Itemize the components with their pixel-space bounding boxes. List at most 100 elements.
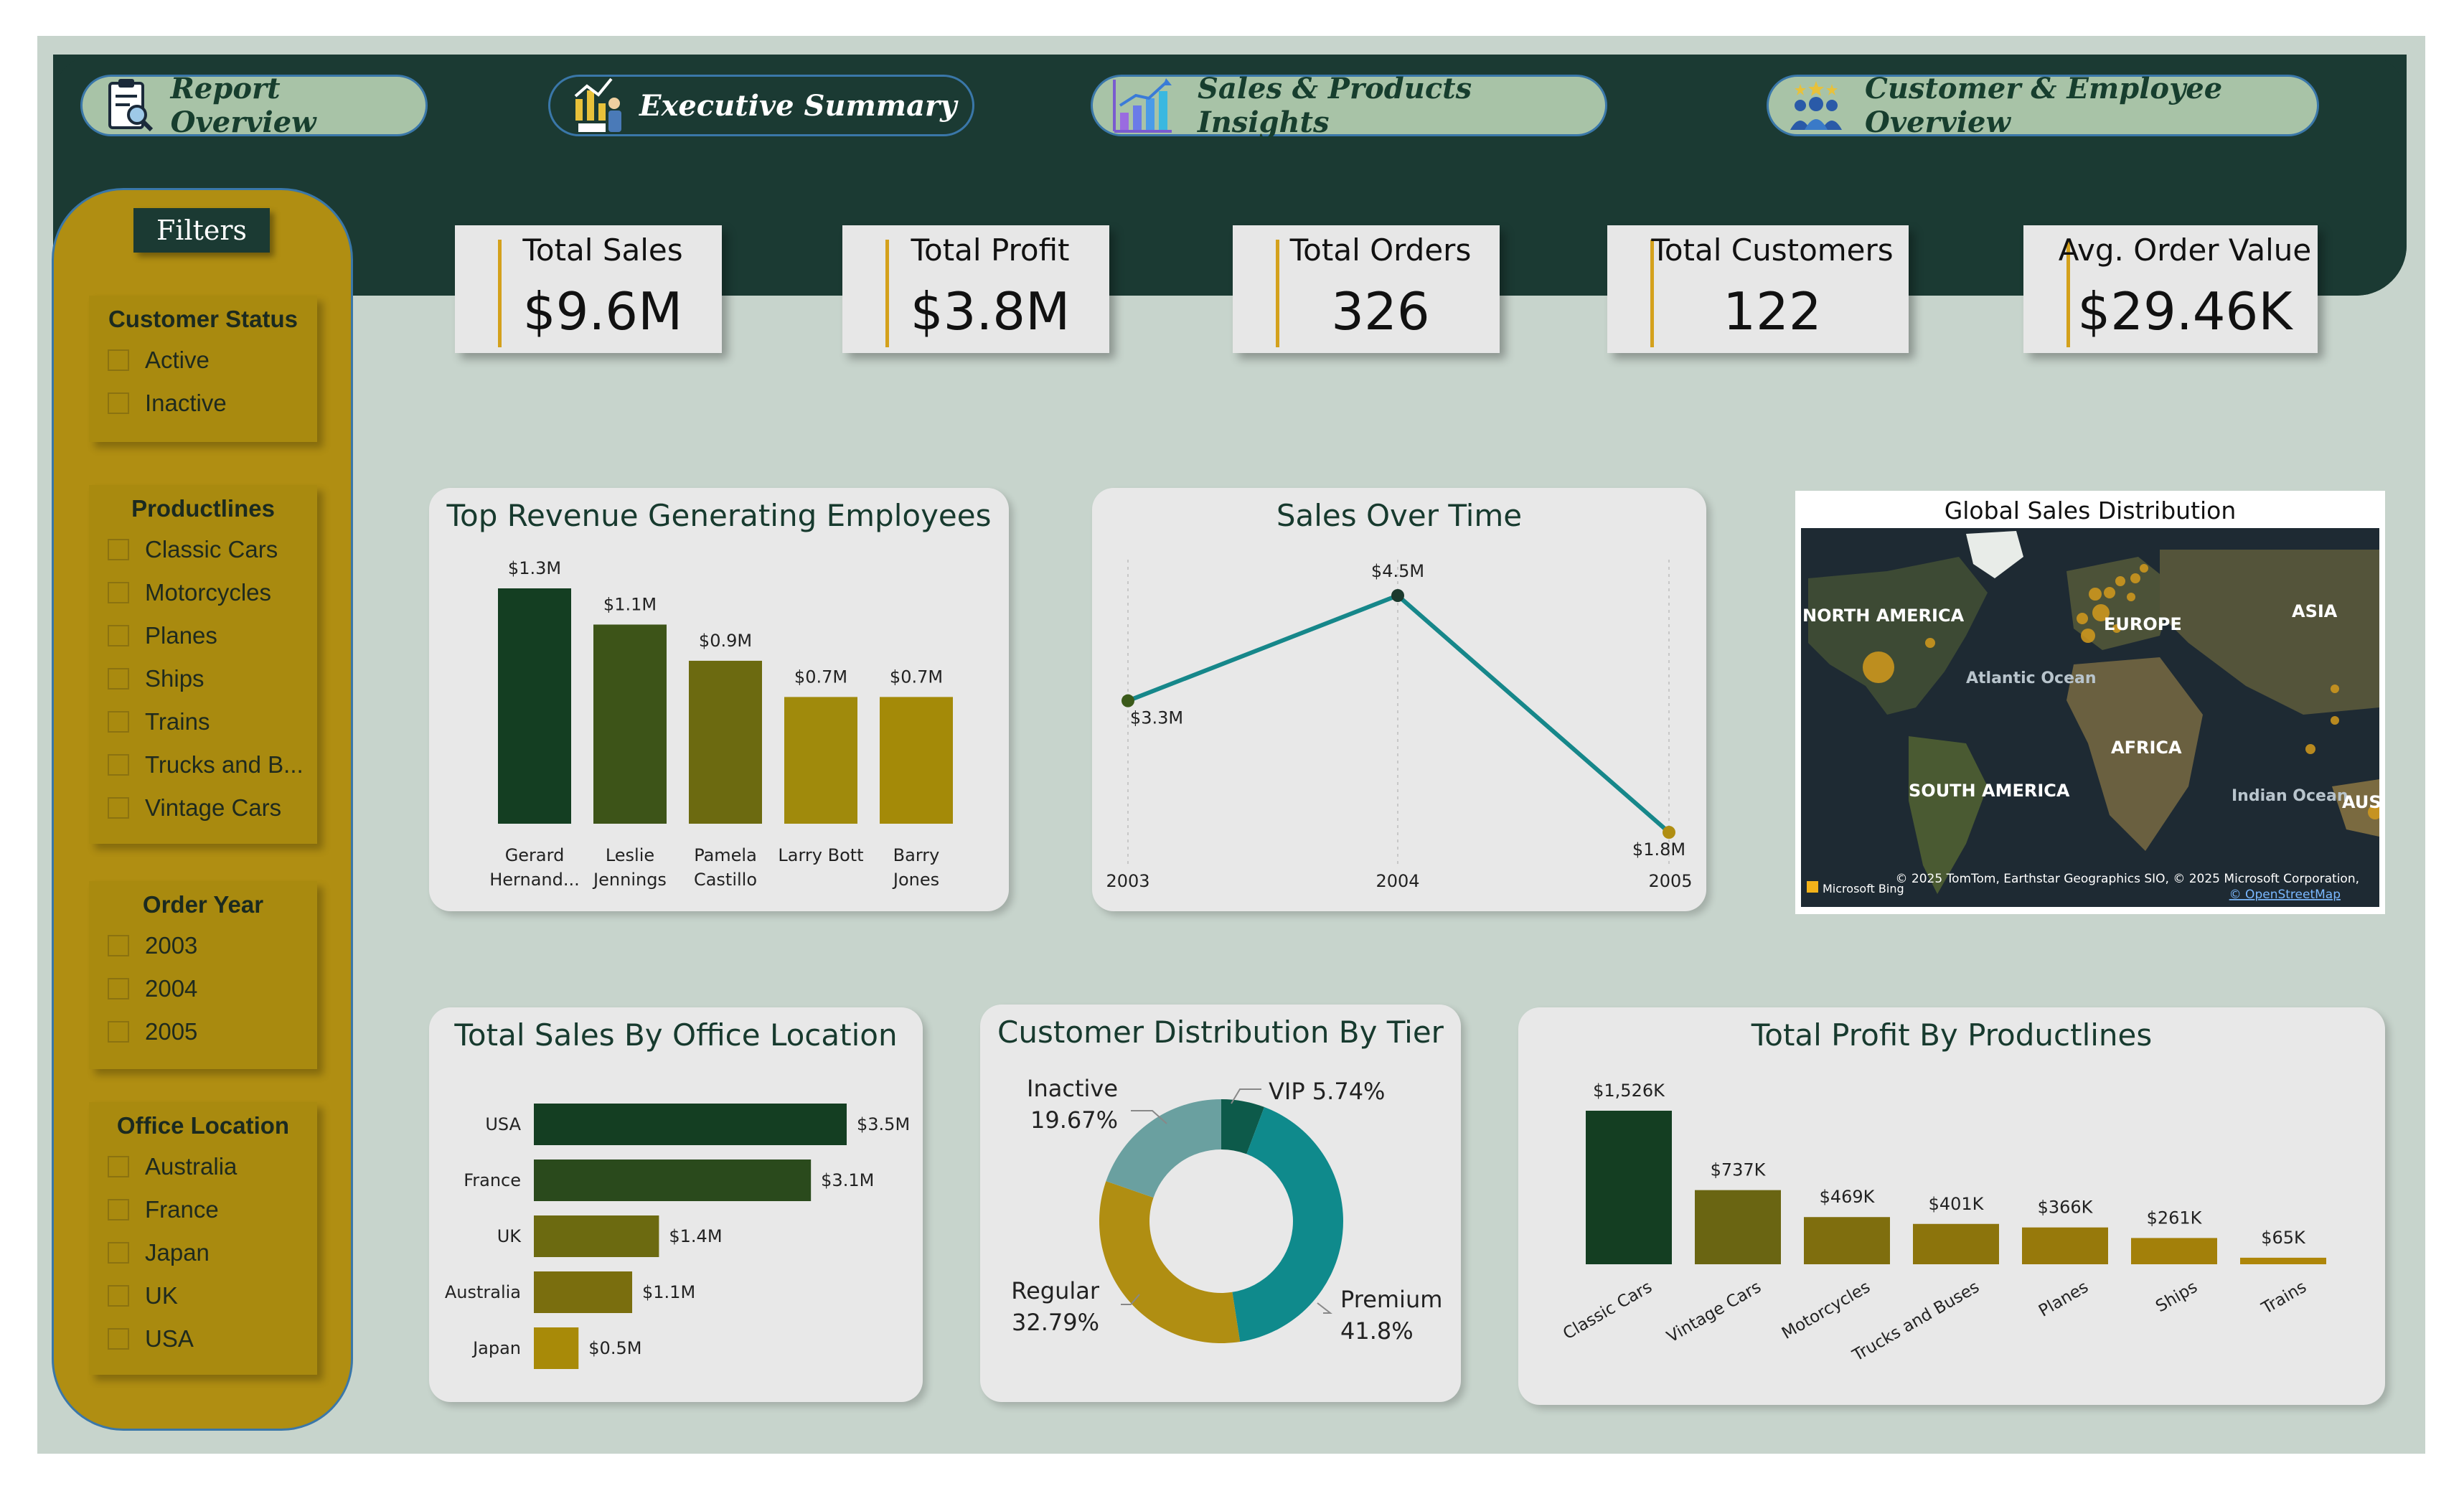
- sales-bubble: [2305, 744, 2315, 754]
- filter-group-title: Productlines: [131, 495, 275, 522]
- kpi-label: Total Customers: [1651, 232, 1894, 268]
- checkbox[interactable]: [108, 539, 129, 560]
- checkbox[interactable]: [108, 668, 129, 690]
- checkbox[interactable]: [108, 1328, 129, 1350]
- map-label: AUS: [2342, 792, 2379, 812]
- leader-line: [1317, 1302, 1332, 1314]
- clipboard-search-icon: [101, 75, 161, 136]
- filter-office-location: Office Location Australia France Japan U…: [89, 1102, 317, 1375]
- filter-option-trains[interactable]: Trains: [89, 700, 317, 743]
- map-label: EUROPE: [2104, 614, 2182, 634]
- bing-label: Microsoft Bing: [1823, 882, 1904, 895]
- filter-option-2005[interactable]: 2005: [89, 1010, 317, 1053]
- bar: [689, 660, 762, 824]
- nav-label: Executive Summary: [639, 88, 957, 123]
- checkbox[interactable]: [108, 1285, 129, 1307]
- nav-customer-employee-overview[interactable]: Customer & Employee Overview: [1767, 72, 2319, 139]
- option-label: Trains: [145, 708, 210, 735]
- checkbox[interactable]: [108, 1242, 129, 1264]
- sales-by-office-bar-chart: USA $3.5M France $3.1M UK $1.4M Australia $1.1M…: [445, 1104, 910, 1369]
- filter-productlines: Productlines Classic Cars Motorcycles Pl…: [89, 485, 317, 844]
- customer-tier-donut-chart: VIP 5.74% Premium 41.8% Regular 32.79% Inacti…: [1011, 1075, 1442, 1345]
- map-label: Indian Ocean: [2232, 787, 2348, 805]
- option-label: Japan: [145, 1239, 210, 1266]
- option-label: 2004: [145, 975, 198, 1002]
- sales-bubble: [2089, 588, 2102, 601]
- filter-option-vintage-cars[interactable]: Vintage Cars: [89, 786, 317, 829]
- category-label: Classic Cars: [1560, 1278, 1655, 1344]
- data-label: $401K: [1929, 1194, 1985, 1214]
- x-tick-label: 2005: [1648, 871, 1692, 891]
- filter-option-2004[interactable]: 2004: [89, 967, 317, 1010]
- sales-bubble: [2115, 576, 2125, 586]
- map-label: SOUTH AMERICA: [1909, 781, 2070, 801]
- category-label: Vintage Cars: [1664, 1278, 1764, 1347]
- checkbox[interactable]: [108, 1199, 129, 1220]
- checkbox[interactable]: [108, 1021, 129, 1043]
- filter-option-classic-cars[interactable]: Classic Cars: [89, 528, 317, 571]
- option-label: Inactive: [145, 390, 227, 416]
- bar: [2131, 1238, 2217, 1264]
- filter-option-inactive[interactable]: Inactive: [89, 382, 317, 425]
- map-title: Global Sales Distribution: [1944, 497, 2237, 525]
- nav-sales-products-insights[interactable]: Sales & Products Insights: [1091, 72, 1607, 139]
- bar: [880, 697, 953, 824]
- x-tick-label: 2003: [1106, 871, 1149, 891]
- checkbox[interactable]: [108, 349, 129, 371]
- profit-by-productline-bar-chart: $1,526K Classic Cars $737K Vintage Cars $469…: [1560, 1081, 2326, 1365]
- filter-option-japan[interactable]: Japan: [89, 1231, 317, 1274]
- sales-bubble: [2331, 716, 2339, 725]
- kpi-value: 122: [1723, 281, 1822, 342]
- checkbox[interactable]: [108, 754, 129, 776]
- bar: [1804, 1217, 1890, 1264]
- option-label: Active: [145, 347, 210, 373]
- filter-option-france[interactable]: France: [89, 1188, 317, 1231]
- donut-slice: [1106, 1099, 1221, 1198]
- checkbox[interactable]: [108, 935, 129, 956]
- slice-label: Regular: [1011, 1277, 1100, 1304]
- category-label: Gerard: [505, 845, 565, 865]
- category-label: USA: [485, 1114, 521, 1134]
- data-label: $3.3M: [1130, 708, 1183, 728]
- bar-chart-icon: [1111, 75, 1173, 136]
- checkbox[interactable]: [108, 978, 129, 1000]
- option-label: Trucks and B...: [145, 751, 304, 778]
- nav-report-overview[interactable]: Report Overview: [80, 72, 428, 139]
- filter-option-uk[interactable]: UK: [89, 1274, 317, 1317]
- bar: [593, 624, 667, 824]
- sales-bubble: [2331, 685, 2339, 693]
- filter-option-motorcycles[interactable]: Motorcycles: [89, 571, 317, 614]
- slice-label: 19.67%: [1030, 1106, 1118, 1134]
- x-tick-label: 2004: [1376, 871, 1419, 891]
- data-point: [1391, 589, 1404, 602]
- bar: [1695, 1190, 1781, 1264]
- nav-executive-summary[interactable]: Executive Summary: [548, 75, 974, 136]
- checkbox[interactable]: [108, 711, 129, 733]
- slice-label: 32.79%: [1012, 1309, 1099, 1336]
- filter-option-ships[interactable]: Ships: [89, 657, 317, 700]
- sales-bubble: [2127, 593, 2135, 601]
- map-global-sales-distribution[interactable]: Global Sales Distribution NORTH AMERICA …: [1795, 491, 2385, 914]
- world-map[interactable]: NORTH AMERICA EUROPE ASIA Atlantic Ocean…: [1801, 528, 2379, 907]
- filter-option-active[interactable]: Active: [89, 339, 317, 382]
- filter-option-trucks-and-buses[interactable]: Trucks and B...: [89, 743, 317, 786]
- bar: [534, 1271, 633, 1313]
- presentation-chart-icon: [569, 75, 631, 136]
- filter-order-year: Order Year 2003 2004 2005: [89, 881, 317, 1069]
- filter-option-planes[interactable]: Planes: [89, 614, 317, 657]
- slice-label: 41.8%: [1340, 1317, 1414, 1345]
- filter-option-usa[interactable]: USA: [89, 1317, 317, 1360]
- category-label: Larry Bott: [778, 845, 863, 865]
- checkbox[interactable]: [108, 392, 129, 414]
- sales-bubble: [2081, 629, 2095, 643]
- checkbox[interactable]: [108, 1156, 129, 1177]
- checkbox[interactable]: [108, 582, 129, 603]
- bar: [2022, 1227, 2108, 1264]
- filter-option-australia[interactable]: Australia: [89, 1145, 317, 1188]
- kpi-total-orders: Total Orders 326: [1233, 225, 1500, 353]
- filter-option-2003[interactable]: 2003: [89, 924, 317, 967]
- openstreetmap-link[interactable]: © OpenStreetMap: [2229, 888, 2341, 902]
- checkbox[interactable]: [108, 625, 129, 646]
- data-label: $0.9M: [699, 631, 752, 651]
- checkbox[interactable]: [108, 797, 129, 819]
